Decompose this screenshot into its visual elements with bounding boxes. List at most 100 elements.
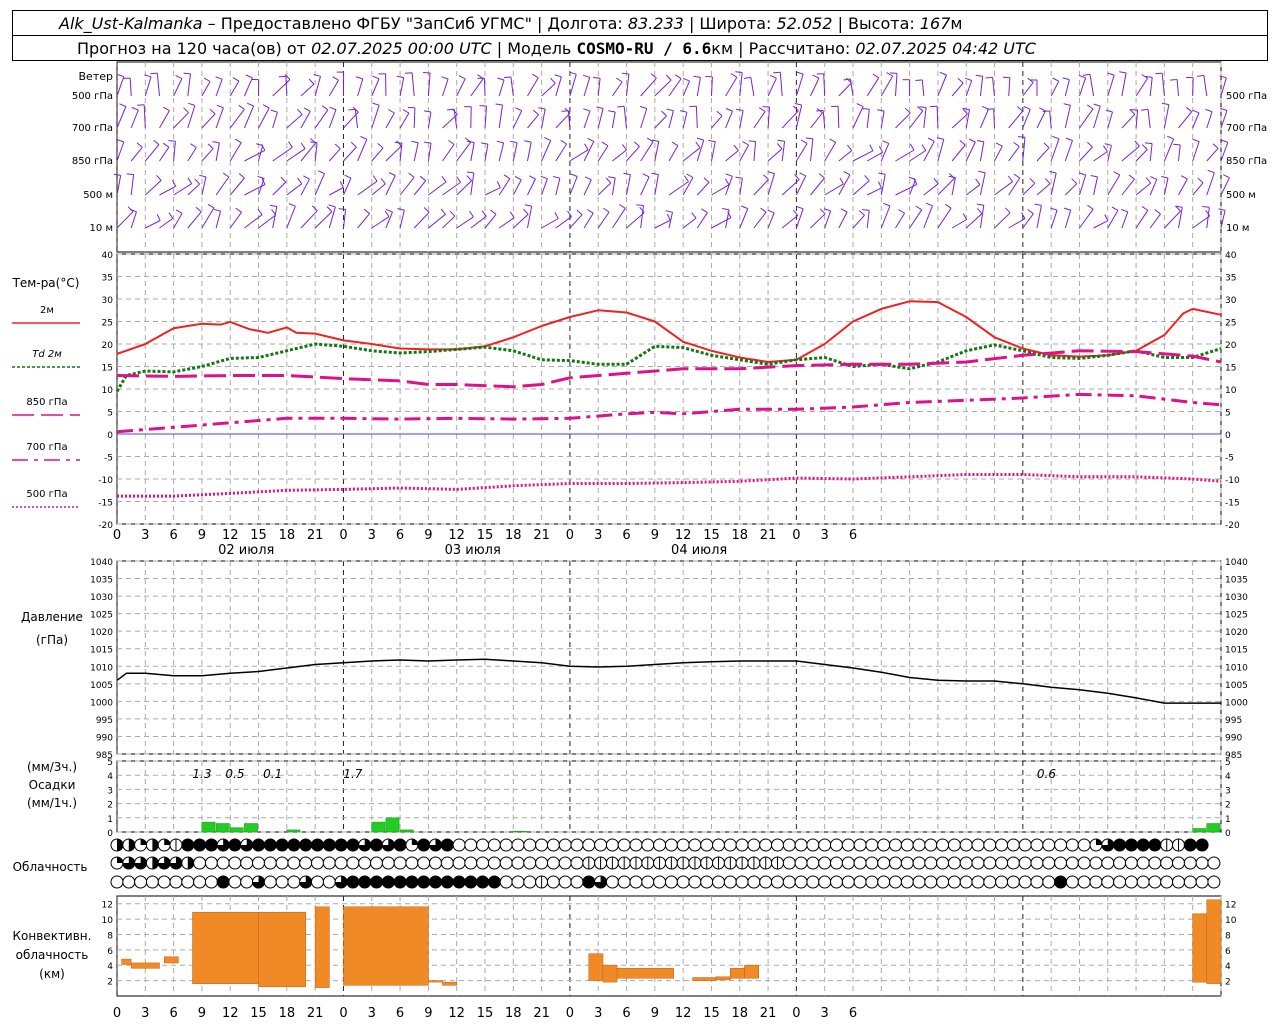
cloud-symbol [169,856,183,870]
wind-barb-flag [372,175,378,182]
cloud-symbol [263,875,277,889]
wind-barb-shaft [456,180,473,196]
cloud-symbol-circle [947,838,961,852]
wind-barb-flag [538,107,546,110]
x-tick-label: 12 [448,528,465,543]
cloud-symbol [346,856,360,870]
wind-barb-flag [661,110,667,117]
cloud-symbol-circle [476,856,490,870]
cloud-symbol-circle [936,838,950,852]
pressure-tick-right: 995 [1225,716,1242,726]
wind-barb-shaft [1022,137,1026,162]
cloud-symbol-circle [1101,856,1115,870]
cloud-symbol [334,838,348,852]
wind-barb-flag [297,177,303,185]
cloud-symbol [582,856,596,870]
cloud-symbol-fill [140,839,147,845]
x-tick-label: 9 [424,528,432,543]
pressure-tick-right: 1020 [1225,628,1248,638]
wind-barb-flag [883,202,891,207]
wind-barb-flag [326,206,333,212]
wind-barb-flag [510,140,518,144]
cloud-symbol [452,838,466,852]
temp-legend-label: 2м [40,305,54,316]
cloud-symbol-circle [771,875,784,889]
wind-barb-shaft [781,215,799,229]
cloud-symbol [487,875,501,889]
cloud-symbol-circle [889,856,902,870]
wind-barb-flag [686,173,694,178]
wind-barb-shaft [1064,209,1072,229]
cloud-symbol [959,875,973,889]
wind-barb-flag [1071,178,1078,185]
wind-barb-flag [136,142,143,148]
cloud-symbol-circle [546,875,560,889]
cloud-symbol [393,856,407,870]
cloud-symbol [417,856,431,870]
cloud-symbol [582,838,596,852]
panel-frame [116,61,1222,253]
wind-barb-flag [238,173,245,179]
cloud-symbol [1077,856,1091,870]
cloud-symbol [523,875,537,889]
wind-barb-shaft [413,142,419,162]
cloud-symbol-circle [546,838,560,852]
cloud-symbol-circle [841,875,855,889]
cloud-symbol-fill [582,876,595,888]
cloud-symbol [370,875,383,889]
wind-barb-shaft [328,79,339,97]
wind-barb-shaft [1121,211,1129,229]
wind-barb-shaft [244,149,266,162]
wind-barb-shaft [1008,177,1021,196]
wind-barb-flag [1218,208,1226,211]
wind-barb-shaft [753,179,769,196]
wind-barb-flag [1113,171,1120,176]
wind-barb-shaft [541,108,546,129]
cloud-symbol-circle [605,875,619,889]
wind-barb-flag [767,171,775,175]
cloud-symbol [405,875,419,889]
wind-barb-flag [769,74,777,79]
cloud-symbol [535,856,549,870]
conv-bar [163,956,179,964]
cloud-symbol [1030,838,1044,852]
temp-tick-left: 25 [102,319,113,329]
wind-barb-flag [921,144,927,151]
cloud-symbol [771,856,784,870]
temp-tick-left: 10 [102,386,114,396]
wind-barb-shaft [654,141,660,162]
wind-barb-flag [1004,207,1011,214]
cloud-symbol-circle [688,875,702,889]
temp-series-line [115,342,1222,393]
cloud-symbol [228,875,242,889]
cloud-symbol-circle [346,856,360,870]
wind-barb-shaft [1064,140,1073,162]
wind-barb-shaft [1008,77,1011,97]
wind-barb-flag [1090,175,1098,178]
wind-barb-flag [1121,209,1128,213]
wind-barb-flag [503,174,511,180]
conv-bar [1192,913,1208,983]
cloud-symbol [570,838,584,852]
wind-barb-shaft [371,147,384,162]
cloud-symbol [1195,875,1209,889]
cloud-symbol-circle [782,838,796,852]
cloud-symbol-circle [641,838,655,852]
cloud-symbol [181,875,195,889]
cloud-symbol [841,856,855,870]
cloud-symbol [865,856,879,870]
wind-barb-flag [156,214,161,221]
wind-barb-flag [234,138,242,144]
wind-barb-shaft [810,77,820,97]
wind-barb-shaft [1079,108,1094,129]
cloud-symbol [1160,875,1174,889]
cloud-symbol [889,856,902,870]
wind-barb-flag [1221,139,1228,143]
wind-barb-flag [1107,72,1115,76]
cloud-symbol-circle [735,838,749,852]
cloud-symbol-circle [653,875,667,889]
wind-barb-flag [150,72,158,75]
wind-barb-shaft [470,215,487,229]
wind-barb-shaft [527,206,533,229]
wind-barb-flag [939,71,947,76]
